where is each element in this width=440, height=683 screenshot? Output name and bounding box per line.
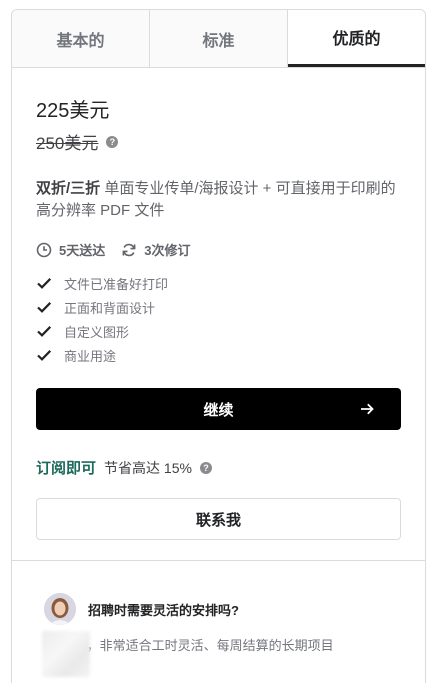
clock-icon bbox=[36, 242, 52, 257]
tab-standard[interactable]: 标准 bbox=[150, 10, 288, 67]
avatar bbox=[44, 593, 76, 625]
refresh-icon bbox=[122, 243, 136, 256]
continue-button[interactable]: 继续 bbox=[36, 388, 401, 430]
help-icon[interactable]: ? bbox=[106, 135, 119, 148]
delivery-label: 5天送达 bbox=[59, 243, 106, 258]
feature-label: 文件已准备好打印 bbox=[64, 276, 169, 292]
arrow-right-icon bbox=[361, 403, 374, 415]
check-icon bbox=[36, 323, 52, 339]
hire-text: 按 计费，非常适合工时灵活、每周结算的长期项目 bbox=[44, 638, 334, 653]
original-price: 250美元 bbox=[36, 134, 99, 153]
check-icon bbox=[36, 347, 52, 363]
package-tabs: 基本的 标准 优质的 bbox=[12, 10, 425, 68]
hire-title: 招聘时需要灵活的安排吗? bbox=[88, 602, 239, 618]
package-body: 225美元 250美元 ? 双折/三折 单面专业传单/海报设计 + 可直接用于印… bbox=[12, 99, 425, 540]
original-price-row: 250美元 ? bbox=[36, 129, 401, 154]
help-icon[interactable]: ? bbox=[199, 461, 212, 474]
check-icon bbox=[36, 299, 52, 315]
package-price: 225美元 bbox=[36, 100, 110, 122]
continue-label: 继续 bbox=[203, 401, 234, 419]
list-item: 文件已准备好打印 bbox=[36, 271, 401, 295]
revisions-label: 3次修订 bbox=[144, 243, 191, 258]
tab-premium[interactable]: 优质的 bbox=[288, 10, 425, 67]
package-card: 基本的 标准 优质的 225美元 250美元 ? 双折/三折 单面专业传单/海报… bbox=[11, 9, 426, 683]
description-highlight: 双折/三折 bbox=[36, 180, 101, 197]
subscribe-savings: 节省高达 15% bbox=[104, 459, 192, 476]
feature-label: 自定义图形 bbox=[64, 324, 130, 340]
hire-header: 招聘时需要灵活的安排吗? bbox=[44, 593, 401, 625]
tab-basic[interactable]: 基本的 bbox=[12, 10, 150, 67]
list-item: 自定义图形 bbox=[36, 319, 401, 343]
subscribe-row: 订阅即可 节省高达 15% ? bbox=[36, 457, 401, 478]
revisions: 3次修订 bbox=[121, 240, 190, 259]
blurred-region bbox=[42, 631, 90, 677]
list-item: 正面和背面设计 bbox=[36, 295, 401, 319]
package-meta: 5天送达 3次修订 bbox=[36, 240, 401, 259]
feature-list: 文件已准备好打印 正面和背面设计 自定义图形 商业用途 bbox=[36, 271, 401, 367]
feature-label: 正面和背面设计 bbox=[64, 300, 156, 316]
subscribe-link[interactable]: 订阅即可 bbox=[36, 457, 96, 478]
list-item: 商业用途 bbox=[36, 343, 401, 367]
package-description: 双折/三折 单面专业传单/海报设计 + 可直接用于印刷的高分辨率 PDF 文件 bbox=[36, 178, 401, 222]
delivery-time: 5天送达 bbox=[36, 240, 105, 259]
contact-me-button[interactable]: 联系我 bbox=[36, 498, 401, 540]
feature-label: 商业用途 bbox=[64, 348, 117, 364]
check-icon bbox=[36, 275, 52, 291]
hire-flexibility-section: 招聘时需要灵活的安排吗? 按 计费，非常适合工时灵活、每周结算的长期项目 bbox=[12, 561, 425, 677]
